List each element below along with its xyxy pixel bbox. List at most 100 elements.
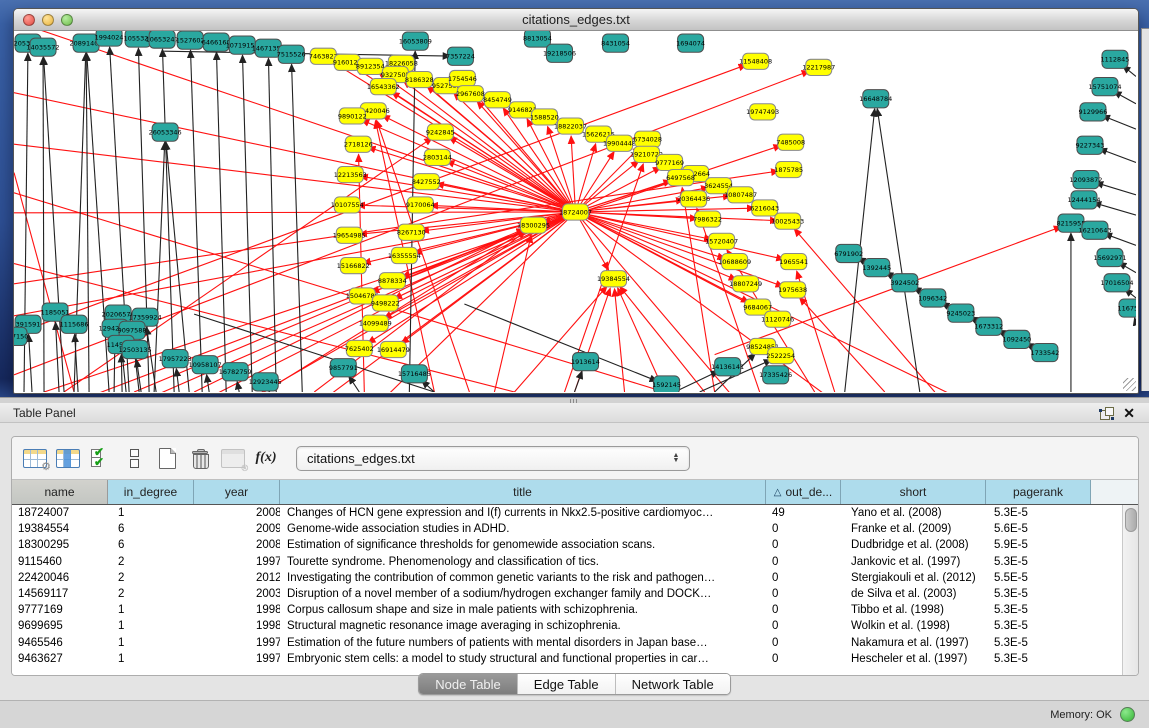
network-node-label: 14099489 bbox=[359, 320, 392, 328]
table-row[interactable]: 1830029562008Estimation of significance … bbox=[12, 537, 1122, 553]
cell: 6 bbox=[108, 523, 194, 535]
float-panel-icon[interactable] bbox=[1100, 407, 1113, 419]
network-edge bbox=[14, 212, 576, 392]
network-edge bbox=[162, 49, 174, 392]
scrollbar-thumb[interactable] bbox=[1125, 508, 1137, 532]
function-builder-button[interactable]: f(x) bbox=[251, 444, 281, 472]
table-row[interactable]: 2242004622012Investigating the contribut… bbox=[12, 570, 1122, 586]
cell: 5.3E-5 bbox=[986, 604, 1091, 616]
network-node-label: 1754546 bbox=[448, 75, 477, 83]
network-view-window: citations_edges.txt 18724007746382291601… bbox=[13, 8, 1139, 394]
tab-network-table[interactable]: Network Table bbox=[616, 674, 730, 694]
network-edge bbox=[794, 229, 935, 392]
table-scrollbar[interactable] bbox=[1122, 505, 1138, 675]
network-node-label: 8427552 bbox=[412, 178, 441, 186]
tab-node-table[interactable]: Node Table bbox=[419, 674, 518, 694]
select-column-button[interactable] bbox=[53, 444, 83, 472]
cell: 0 bbox=[766, 588, 841, 600]
column-checklist-button[interactable]: ✔ ✔ bbox=[86, 444, 116, 472]
network-edge bbox=[1096, 183, 1136, 195]
table-header: namein_degreeyeartitle△out_de...shortpag… bbox=[12, 480, 1138, 505]
network-edge bbox=[1094, 203, 1136, 215]
new-document-icon bbox=[159, 448, 176, 469]
cell: 19384554 bbox=[12, 523, 108, 535]
tab-edge-table[interactable]: Edge Table bbox=[518, 674, 616, 694]
cell: Nakamura et al. (1997) bbox=[841, 637, 986, 649]
network-node-label: 1112845 bbox=[1101, 56, 1130, 64]
table-tab-group: Node TableEdge TableNetwork Table bbox=[418, 673, 731, 695]
column-header-title[interactable]: title bbox=[280, 480, 766, 504]
cell: 0 bbox=[766, 556, 841, 568]
network-edge bbox=[1102, 116, 1136, 129]
network-node-label: 1592145 bbox=[652, 381, 681, 389]
column-header-year[interactable]: year bbox=[194, 480, 280, 504]
cell: 9115460 bbox=[12, 556, 108, 568]
cell: 1997 bbox=[194, 653, 280, 665]
network-edge bbox=[799, 297, 884, 392]
network-node-label: 18807249 bbox=[729, 280, 762, 288]
cell: Hescheler et al. (1997) bbox=[841, 653, 986, 665]
table-row[interactable]: 946362711997Embryonic stem cells: a mode… bbox=[12, 651, 1122, 667]
network-node-label: 17335426 bbox=[759, 371, 792, 379]
cell: Disruption of a novel member of a sodium… bbox=[280, 588, 766, 600]
cell: 5.3E-5 bbox=[986, 556, 1091, 568]
network-edge bbox=[176, 369, 179, 392]
cell: 14569117 bbox=[12, 588, 108, 600]
column-header-short[interactable]: short bbox=[841, 480, 986, 504]
network-node-label: 17016504 bbox=[1100, 279, 1133, 287]
window-resize-grip[interactable] bbox=[1123, 378, 1136, 391]
network-node-label: 6497568 bbox=[666, 174, 695, 182]
table-row[interactable]: 977716911998Corpus callosum shape and si… bbox=[12, 602, 1122, 618]
table-toolbar: ⚙ ✔ ✔ f(x) bbox=[12, 437, 1138, 479]
cell: 5.9E-5 bbox=[986, 539, 1091, 551]
column-header-in_degree[interactable]: in_degree bbox=[108, 480, 194, 504]
cell: Estimation of significance thresholds fo… bbox=[280, 539, 766, 551]
memory-status-indicator[interactable] bbox=[1120, 707, 1135, 722]
table-row[interactable]: 1456911722003Disruption of a novel membe… bbox=[12, 586, 1122, 602]
table-panel: Table Panel ✕ ⚙ ✔ ✔ bbox=[0, 403, 1149, 700]
network-edge bbox=[74, 53, 86, 392]
network-node-label: 9890122 bbox=[338, 112, 367, 120]
window-titlebar[interactable]: citations_edges.txt bbox=[14, 9, 1138, 31]
network-node-label: 7625402 bbox=[345, 345, 374, 353]
network-node-label: 7986322 bbox=[693, 215, 722, 223]
network-node-label: 15166822 bbox=[337, 262, 370, 270]
network-edge bbox=[349, 376, 359, 392]
new-table-button[interactable] bbox=[152, 444, 182, 472]
cell: 2 bbox=[108, 572, 194, 584]
cell: 5.3E-5 bbox=[986, 507, 1091, 519]
network-node-label: 9242845 bbox=[426, 128, 455, 136]
network-node-label: 18822037 bbox=[554, 122, 587, 130]
network-node-label: 8267130 bbox=[397, 229, 426, 237]
cell: 2012 bbox=[194, 572, 280, 584]
status-bar: Memory: OK bbox=[0, 700, 1149, 728]
column-header-name[interactable]: name bbox=[12, 480, 108, 504]
network-edge bbox=[207, 375, 210, 392]
row-height-button[interactable] bbox=[119, 444, 149, 472]
network-node-label: 26053346 bbox=[149, 128, 182, 136]
table-row[interactable]: 969969511998Structural magnetic resonanc… bbox=[12, 618, 1122, 634]
table-row[interactable]: 1872400712008Changes of HCN gene express… bbox=[12, 505, 1122, 521]
network-edge bbox=[242, 55, 252, 392]
header-filler bbox=[1091, 480, 1138, 504]
cell: Yano et al. (2008) bbox=[841, 507, 986, 519]
rows-icon bbox=[130, 449, 139, 468]
cell: 1997 bbox=[194, 556, 280, 568]
column-header-pagerank[interactable]: pagerank bbox=[986, 480, 1091, 504]
network-node-label: 1965541 bbox=[779, 258, 808, 266]
table-selector-value: citations_edges.txt bbox=[297, 451, 667, 466]
table-row[interactable]: 911546021997Tourette syndrome. Phenomeno… bbox=[12, 554, 1122, 570]
table-selector-dropdown[interactable]: citations_edges.txt ▲▼ bbox=[296, 446, 690, 471]
network-node-label: 18300295 bbox=[517, 221, 550, 229]
cell: 0 bbox=[766, 539, 841, 551]
table-row[interactable]: 1938455462009Genome-wide association stu… bbox=[12, 521, 1122, 537]
network-canvas[interactable]: 1872400774638229160128891235418226058932… bbox=[14, 31, 1136, 392]
cell: 0 bbox=[766, 523, 841, 535]
column-header-out_de[interactable]: △out_de... bbox=[766, 480, 841, 504]
table-settings-button[interactable]: ⚙ bbox=[20, 444, 50, 472]
cell: 2 bbox=[108, 556, 194, 568]
table-row[interactable]: 946554611997Estimation of the future num… bbox=[12, 635, 1122, 651]
network-node-label: 2522254 bbox=[766, 352, 795, 360]
close-panel-icon[interactable]: ✕ bbox=[1123, 407, 1135, 419]
delete-button[interactable] bbox=[185, 444, 215, 472]
